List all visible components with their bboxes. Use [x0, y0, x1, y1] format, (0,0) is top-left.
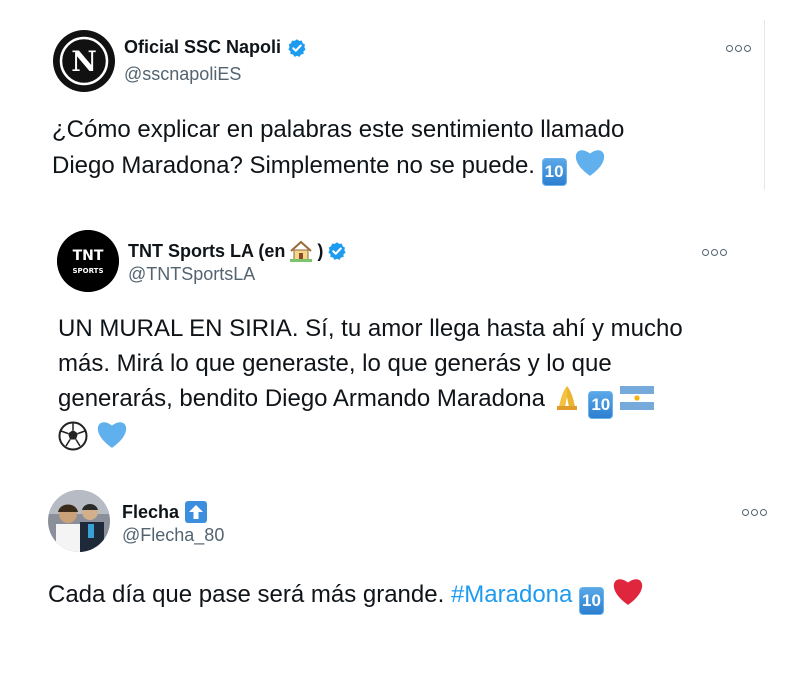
house-emoji-icon	[290, 240, 313, 262]
soccer-ball-icon	[58, 421, 88, 451]
avatar[interactable]	[48, 490, 110, 552]
tweet-text-line: Cada día que pase será más grande.	[48, 581, 445, 608]
tweet-text-line: UN MURAL EN SIRIA. Sí, tu amor llega has…	[58, 315, 683, 342]
tweet-text-line-3: generarás, bendito Diego Armando Maradon…	[58, 381, 683, 419]
pray-emoji-icon	[556, 386, 577, 410]
red-heart-icon	[613, 579, 642, 605]
avatar-bottom-text: SPORTS	[72, 267, 103, 275]
tweet-text: UN MURAL EN SIRIA. Sí, tu amor llega has…	[58, 311, 683, 455]
display-name-end: )	[317, 240, 324, 261]
argentina-flag-icon	[619, 386, 654, 410]
divider-line	[764, 20, 765, 190]
tweet-text-line: más. Mirá lo que generaste, lo que gener…	[58, 350, 612, 377]
keycap-ten-emoji: 10	[541, 158, 567, 186]
handle[interactable]: @TNTSportsLA	[128, 264, 255, 285]
up-arrow-emoji-icon	[185, 501, 208, 523]
display-name: Oficial SSC Napoli	[124, 37, 282, 57]
tweet-text-line: ¿Cómo explicar en palabras este sentimie…	[52, 116, 625, 143]
avatar[interactable]: N	[53, 30, 115, 92]
author-name-row[interactable]: TNT Sports LA (en )	[128, 240, 347, 262]
tweet-text: Cada día que pase será más grande. #Mara…	[48, 576, 645, 615]
avatar-letter: N	[71, 45, 97, 78]
more-options-icon[interactable]	[701, 244, 728, 259]
tweet-text-line: generarás, bendito Diego Armando Maradon…	[58, 385, 545, 412]
tweet-text-line-4	[58, 419, 683, 455]
display-name: TNT Sports LA (en	[128, 240, 286, 261]
keycap-ten-emoji: 10	[579, 587, 604, 615]
author-name-row[interactable]: Flecha	[122, 501, 208, 523]
blue-heart-icon	[576, 150, 605, 176]
tweet-text-line-2: Diego Maradona? Simplemente no se puede.…	[52, 147, 624, 186]
verified-badge-icon	[288, 38, 306, 57]
display-name: Flecha	[122, 501, 180, 522]
verified-badge-icon	[328, 242, 346, 260]
handle[interactable]: @Flecha_80	[122, 525, 224, 546]
keycap-ten-emoji: 10	[588, 391, 614, 419]
avatar-top-text: TNT	[73, 248, 104, 264]
hashtag-link[interactable]: #Maradona	[451, 581, 572, 608]
author-name-row[interactable]: Oficial SSC Napoli	[124, 37, 307, 58]
handle[interactable]: @sscnapoliES	[124, 64, 241, 85]
tweet-text: ¿Cómo explicar en palabras este sentimie…	[52, 112, 624, 186]
blue-heart-icon	[97, 422, 126, 448]
more-options-icon[interactable]	[725, 40, 752, 55]
avatar[interactable]: TNT SPORTS	[57, 230, 119, 292]
avatar-photo	[48, 490, 110, 552]
more-options-icon[interactable]	[741, 504, 768, 519]
tweet-text-line: Diego Maradona? Simplemente no se puede.	[52, 152, 535, 179]
